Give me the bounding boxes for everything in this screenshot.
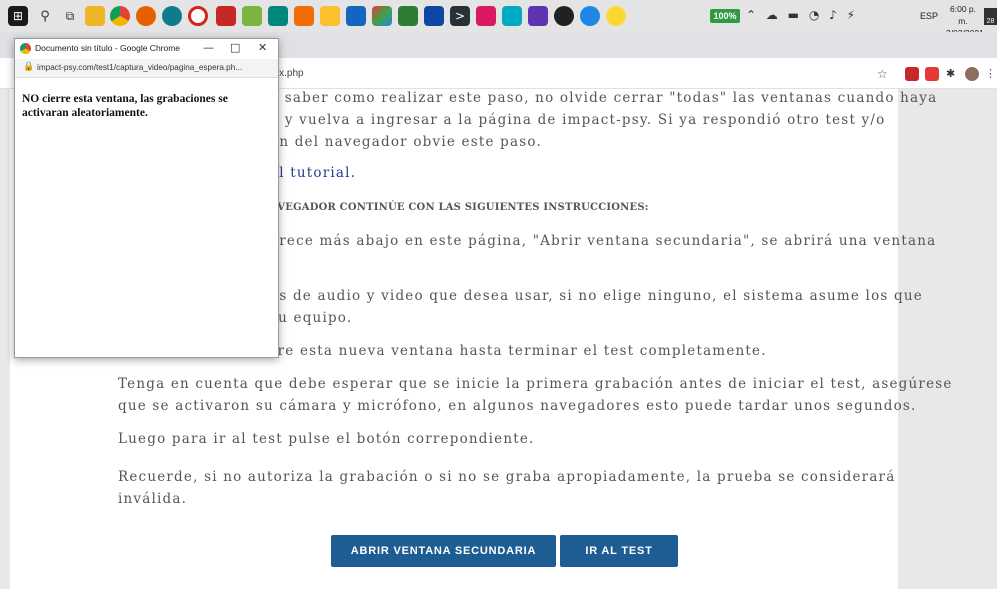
system-tray-icons[interactable]: ⌃ ☁ ▬ ◔ ♪ ⚡	[746, 8, 858, 22]
terminal-icon[interactable]: >	[450, 6, 470, 26]
instruction-line-2: o y vuelva a ingresar a la página de imp…	[270, 112, 886, 128]
app-blue-icon[interactable]	[424, 6, 444, 26]
app-yellow-icon[interactable]	[606, 6, 626, 26]
lock-icon: 🔒	[23, 62, 35, 72]
edge-icon[interactable]	[162, 6, 182, 26]
note3-line-2: inválida.	[118, 491, 188, 507]
app-cyan-icon[interactable]	[502, 6, 522, 26]
note2-line: Luego para ir al test pulse el botón cor…	[118, 431, 535, 447]
popup-minimize-icon[interactable]: —	[203, 41, 214, 54]
app-orange-icon[interactable]	[294, 6, 314, 26]
task-view-icon[interactable]: ⧉	[60, 6, 80, 26]
popup-url: impact-psy.com/test1/captura_video/pagin…	[37, 63, 243, 72]
popup-window: Documento sin título - Google Chrome — □…	[14, 38, 279, 358]
bookmark-star-icon[interactable]: ☆	[877, 67, 888, 81]
app-purple-icon[interactable]	[528, 6, 548, 26]
app-multicolor-icon[interactable]	[372, 6, 392, 26]
popup-close-icon[interactable]: ✕	[258, 41, 267, 54]
step2-line-1: os de audio y video que desea usar, si n…	[270, 288, 923, 304]
windows-icon[interactable]: ⊞	[8, 6, 28, 26]
note1-line-1: Tenga en cuenta que debe esperar que se …	[118, 376, 953, 392]
popup-address-bar[interactable]: 🔒 impact-psy.com/test1/captura_video/pag…	[15, 59, 278, 78]
app-black-icon[interactable]	[554, 6, 574, 26]
step1-line-1: arece más abajo en este página, "Abrir v…	[270, 233, 937, 249]
go-to-test-button[interactable]: IR AL TEST	[560, 535, 678, 567]
note1-line-2: que se activaron su cámara y micrófono, …	[118, 398, 917, 414]
chrome-icon	[20, 43, 31, 54]
app-red-icon[interactable]	[216, 6, 236, 26]
file-explorer-icon[interactable]	[85, 6, 105, 26]
profile-avatar[interactable]	[965, 67, 979, 81]
battery-indicator[interactable]: 100%	[710, 9, 740, 23]
open-secondary-window-button[interactable]: ABRIR VENTANA SECUNDARIA	[331, 535, 556, 567]
step1-line-2: .	[270, 252, 997, 274]
instruction-line-1: a saber como realizar este paso, no olvi…	[270, 90, 938, 106]
app-pencil-icon[interactable]	[320, 6, 340, 26]
step2-line-2: su equipo.	[270, 310, 353, 326]
popup-title-bar[interactable]: Documento sin título - Google Chrome — □…	[15, 39, 278, 60]
language-indicator[interactable]: ESP	[920, 11, 938, 21]
instructions-heading: AVEGADOR CONTINÚE CON LAS SIGUIENTES INS…	[270, 202, 649, 213]
app-teal-icon[interactable]	[268, 6, 288, 26]
extension-badge-icon[interactable]	[925, 67, 939, 81]
search-icon[interactable]: ⚲	[35, 6, 55, 26]
page-left-margin	[0, 89, 10, 589]
app-blue2-icon[interactable]	[580, 6, 600, 26]
opera-icon[interactable]	[188, 6, 208, 26]
app-pink-icon[interactable]	[476, 6, 496, 26]
windows-taskbar: ⊞ ⚲ ⧉ > 100% ⌃ ☁ ▬ ◔ ♪ ⚡ ESP 6:00 p. m. …	[0, 0, 997, 38]
firefox-icon[interactable]	[136, 6, 156, 26]
notification-center-icon[interactable]: 28	[984, 8, 997, 25]
popup-title: Documento sin título - Google Chrome	[35, 43, 181, 53]
tutorial-link[interactable]: al tutorial.	[270, 162, 997, 184]
app-green2-icon[interactable]	[398, 6, 418, 26]
note3-line-1: Recuerde, si no autoriza la grabación o …	[118, 469, 896, 485]
popup-message: NO cierre esta ventana, las grabaciones …	[22, 93, 228, 119]
clock-time: 6:00 p. m.	[950, 4, 976, 26]
popup-maximize-icon[interactable]: □	[230, 41, 240, 54]
extension-red-icon[interactable]	[905, 67, 919, 81]
chrome-icon[interactable]	[110, 6, 130, 26]
step3-line: rre esta nueva ventana hasta terminar el…	[270, 343, 767, 359]
menu-dots-icon[interactable]: ⋮	[985, 67, 997, 81]
extensions-puzzle-icon[interactable]: ✱	[946, 67, 960, 81]
instruction-line-3: ón del navegador obvie este paso.	[270, 134, 542, 150]
app-green-icon[interactable]	[242, 6, 262, 26]
mail-icon[interactable]	[346, 6, 366, 26]
